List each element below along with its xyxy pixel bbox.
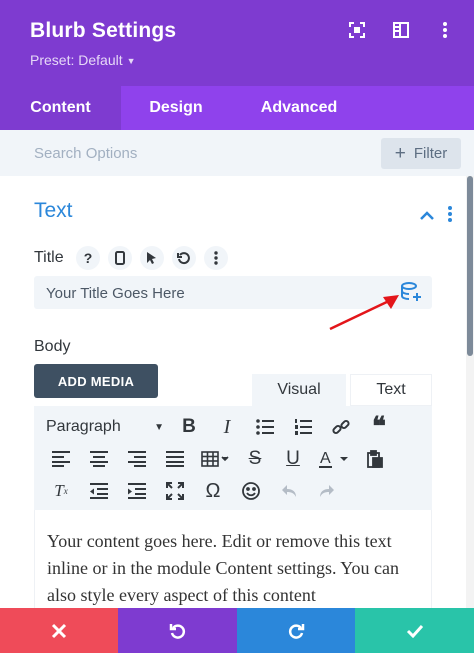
outdent-icon[interactable] [80, 476, 118, 506]
section-title[interactable]: Text [34, 199, 73, 223]
undo-icon[interactable] [270, 476, 308, 506]
clear-format-icon[interactable]: Tx [42, 476, 80, 506]
scrollbar[interactable] [466, 176, 474, 608]
editor-text[interactable]: Your content goes here. Edit or remove t… [47, 528, 419, 608]
align-center-icon[interactable] [80, 444, 118, 474]
numbered-list-icon[interactable] [284, 412, 322, 442]
format-select[interactable]: Paragraph ▼ [42, 412, 170, 442]
help-icon[interactable]: ? [76, 246, 100, 270]
modal-title: Blurb Settings [30, 19, 177, 42]
preset-label: Preset: Default [30, 52, 123, 68]
table-icon[interactable] [194, 444, 236, 474]
underline-icon[interactable]: U [274, 444, 312, 474]
tab-design[interactable]: Design [121, 86, 231, 130]
save-button[interactable] [355, 608, 474, 653]
editor-content-area[interactable]: Your content goes here. Edit or remove t… [34, 510, 432, 608]
tab-content[interactable]: Content [0, 86, 121, 130]
settings-header: Blurb Settings Preset: Default ▼ [0, 0, 474, 86]
editor-tab-visual[interactable]: Visual [252, 374, 346, 406]
action-bar [0, 608, 474, 653]
align-justify-icon[interactable] [156, 444, 194, 474]
search-input[interactable]: Search Options [34, 145, 137, 162]
emoji-icon[interactable] [232, 476, 270, 506]
format-select-value: Paragraph [46, 418, 121, 435]
blockquote-icon[interactable]: ❝ [360, 412, 398, 442]
indent-icon[interactable] [118, 476, 156, 506]
text-color-icon[interactable]: A [312, 444, 356, 474]
cursor-icon[interactable] [140, 246, 164, 270]
italic-icon[interactable]: I [208, 412, 246, 442]
title-field-label: Title [34, 249, 64, 266]
body-field-label: Body [34, 338, 71, 355]
tab-advanced[interactable]: Advanced [231, 86, 367, 130]
svg-text:A: A [320, 450, 331, 467]
undo-icon [169, 623, 185, 639]
bold-icon[interactable]: B [170, 412, 208, 442]
chevron-up-icon[interactable] [420, 208, 434, 226]
editor-toolbar: Paragraph ▼ B I ❝ S U A T x Ω [34, 406, 432, 510]
editor-tab-text[interactable]: Text [350, 374, 432, 406]
undo-button[interactable] [118, 608, 237, 653]
caret-down-icon: ▼ [126, 56, 136, 66]
search-bar: Search Options + Filter [0, 130, 474, 176]
more-options-icon[interactable] [436, 21, 454, 39]
filter-button[interactable]: + Filter [381, 138, 461, 169]
caret-down-icon: ▼ [154, 421, 164, 433]
check-icon [406, 624, 423, 638]
add-media-button[interactable]: ADD MEDIA [34, 364, 158, 398]
plus-icon: + [394, 143, 406, 164]
preset-selector[interactable]: Preset: Default ▼ [30, 52, 136, 68]
scrollbar-thumb[interactable] [467, 176, 473, 356]
cancel-button[interactable] [0, 608, 118, 653]
fullscreen-icon[interactable] [156, 476, 194, 506]
close-icon [51, 623, 67, 638]
strikethrough-icon[interactable]: S [236, 444, 274, 474]
special-char-icon[interactable]: Ω [194, 476, 232, 506]
mobile-icon[interactable] [108, 246, 132, 270]
filter-label: Filter [413, 145, 448, 162]
redo-button[interactable] [237, 608, 355, 653]
title-input-value: Your Title Goes Here [46, 285, 185, 302]
sidebar-toggle-icon[interactable] [392, 21, 410, 39]
align-right-icon[interactable] [118, 444, 156, 474]
expand-icon[interactable] [348, 21, 366, 39]
reset-icon[interactable] [172, 246, 196, 270]
paste-text-icon[interactable] [356, 444, 394, 474]
bullet-list-icon[interactable] [246, 412, 284, 442]
align-left-icon[interactable] [42, 444, 80, 474]
settings-tabs: Content Design Advanced [0, 86, 474, 130]
settings-content: Text Title ? Your Title Goes Here Body A… [0, 176, 466, 608]
section-more-icon[interactable] [448, 206, 452, 227]
redo-icon[interactable] [308, 476, 346, 506]
more-icon[interactable] [204, 246, 228, 270]
annotation-arrow [329, 295, 399, 331]
redo-icon [288, 623, 305, 639]
link-icon[interactable] [322, 412, 360, 442]
